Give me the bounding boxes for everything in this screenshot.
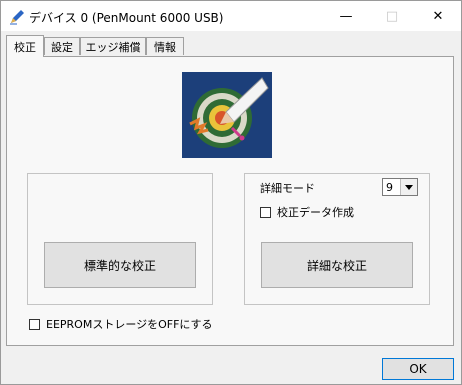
close-button[interactable]: ✕ bbox=[415, 1, 461, 31]
ok-button[interactable]: OK bbox=[382, 358, 454, 380]
tab-settings[interactable]: 設定 bbox=[44, 37, 80, 55]
detail-mode-select[interactable]: 9 bbox=[382, 178, 418, 196]
tab-info[interactable]: 情報 bbox=[146, 37, 184, 55]
dialog-window: デバイス 0 (PenMount 6000 USB) — □ ✕ 校正 設定 エ… bbox=[0, 0, 462, 385]
chevron-down-icon[interactable] bbox=[400, 179, 417, 195]
tab-calibration[interactable]: 校正 bbox=[6, 35, 44, 57]
eeprom-off-row[interactable]: EEPROMストレージをOFFにする bbox=[29, 316, 213, 332]
advanced-calibration-group: 詳細モード 9 校正データ作成 詳細な校正 bbox=[244, 173, 430, 305]
eeprom-off-checkbox[interactable] bbox=[29, 318, 40, 330]
advanced-calibration-button[interactable]: 詳細な校正 bbox=[261, 242, 413, 288]
create-calibration-data-checkbox[interactable] bbox=[260, 206, 271, 218]
pen-icon bbox=[10, 10, 24, 25]
detail-mode-value: 9 bbox=[386, 180, 393, 194]
detail-mode-label: 詳細モード bbox=[260, 182, 315, 195]
eeprom-off-label: EEPROMストレージをOFFにする bbox=[46, 318, 213, 331]
title-bar: デバイス 0 (PenMount 6000 USB) — □ ✕ bbox=[1, 1, 461, 31]
standard-calibration-group: 標準的な校正 bbox=[27, 173, 213, 305]
target-arrow-logo bbox=[182, 72, 272, 158]
maximize-button: □ bbox=[385, 8, 399, 24]
window-title: デバイス 0 (PenMount 6000 USB) bbox=[29, 11, 224, 25]
calibration-panel: 標準的な校正 詳細モード 9 校正データ作成 詳細な校正 EEPROMストレージ… bbox=[6, 56, 454, 346]
tab-strip: 校正 設定 エッジ補償 情報 bbox=[1, 35, 461, 57]
minimize-button[interactable]: — bbox=[323, 1, 369, 31]
create-calibration-data-label: 校正データ作成 bbox=[277, 206, 354, 219]
tab-edge-compensation[interactable]: エッジ補償 bbox=[80, 37, 146, 55]
standard-calibration-button[interactable]: 標準的な校正 bbox=[44, 242, 196, 288]
create-calibration-data-row[interactable]: 校正データ作成 bbox=[260, 204, 354, 220]
